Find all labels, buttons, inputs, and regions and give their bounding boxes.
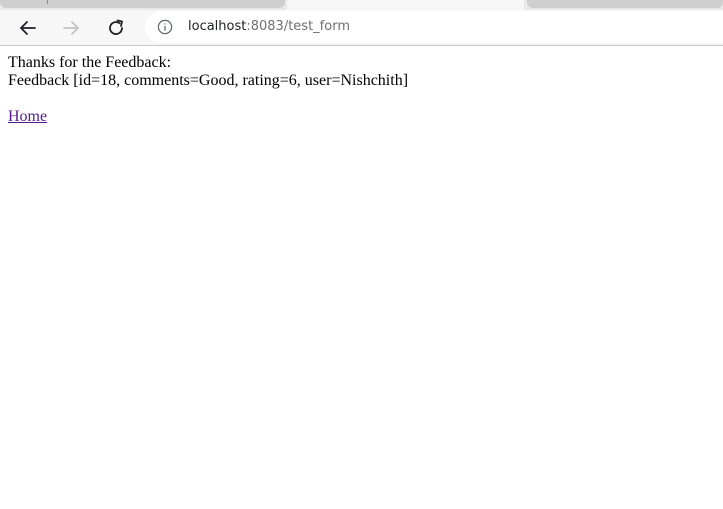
address-bar[interactable]: localhost:8083/test_form: [145, 11, 723, 43]
forward-button[interactable]: [56, 13, 86, 43]
tab-inactive-left[interactable]: [0, 0, 285, 8]
browser-window: localhost:8083/test_form Thanks for the …: [0, 0, 723, 509]
browser-toolbar: localhost:8083/test_form: [0, 10, 723, 46]
url-path: :8083/test_form: [246, 19, 350, 34]
tab-separator: [47, 0, 48, 4]
tab-active[interactable]: [287, 0, 524, 10]
tab-strip: [0, 0, 723, 10]
info-icon[interactable]: [157, 19, 173, 35]
thanks-message: Thanks for the Feedback:: [8, 54, 172, 71]
url-text[interactable]: localhost:8083/test_form: [188, 19, 350, 35]
reload-button[interactable]: [101, 13, 131, 43]
reload-icon: [109, 19, 123, 35]
forward-arrow-icon: [63, 21, 79, 35]
back-arrow-icon: [20, 21, 36, 35]
back-button[interactable]: [13, 13, 43, 43]
url-host: localhost: [188, 19, 247, 34]
home-link[interactable]: Home: [8, 108, 47, 125]
page-content: Thanks for the Feedback: Feedback [id=18…: [8, 54, 408, 126]
feedback-details: Feedback [id=18, comments=Good, rating=6…: [8, 72, 409, 89]
tab-inactive-right[interactable]: [527, 0, 723, 8]
